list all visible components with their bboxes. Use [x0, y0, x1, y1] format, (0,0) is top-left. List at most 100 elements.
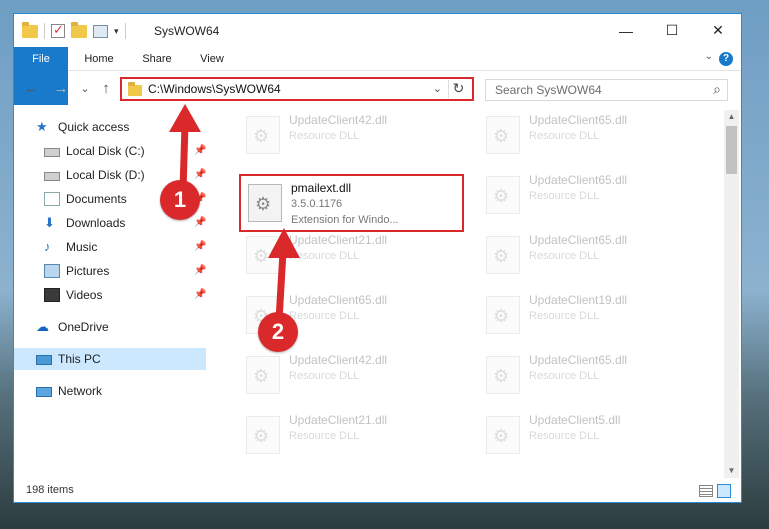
- refresh-icon[interactable]: ↻: [448, 80, 468, 98]
- file-description: Resource DLL: [289, 130, 360, 142]
- vertical-scrollbar[interactable]: ▲ ▼: [724, 110, 739, 478]
- dll-file-icon: [486, 296, 520, 334]
- videos-icon: [44, 288, 60, 302]
- file-description: Extension for Windo...: [291, 214, 399, 226]
- status-bar: 198 items: [14, 480, 741, 502]
- close-button[interactable]: ✕: [695, 14, 741, 47]
- file-name: UpdateClient65.dll: [529, 353, 628, 367]
- properties-check-icon[interactable]: [51, 22, 65, 38]
- sidebar-item-local-disk-c[interactable]: Local Disk (C:) 📌: [44, 140, 206, 162]
- window-controls: — ☐ ✕: [603, 14, 741, 47]
- sidebar-item-label: This PC: [58, 352, 101, 366]
- sidebar-item-videos[interactable]: Videos 📌: [44, 284, 206, 306]
- step-2-badge: 2: [258, 312, 298, 352]
- disk-icon: [44, 171, 60, 181]
- pin-icon[interactable]: 📌: [194, 236, 206, 258]
- tab-home[interactable]: Home: [76, 47, 122, 71]
- file-item[interactable]: UpdateClient65.dll Resource DLL: [479, 228, 704, 286]
- file-description: Resource DLL: [529, 310, 600, 322]
- dll-file-icon: [246, 116, 280, 154]
- dll-file-icon: [248, 184, 282, 222]
- file-name: UpdateClient5.dll: [529, 413, 621, 427]
- search-input[interactable]: Search SysWOW64 ⌕: [485, 79, 728, 101]
- window-title: SysWOW64: [154, 24, 220, 38]
- navigation-pane: ★ Quick access Local Disk (C:) 📌 Local D…: [14, 112, 207, 472]
- dll-file-icon: [246, 356, 280, 394]
- downloads-icon: ⬇: [44, 215, 55, 230]
- customize-toolbar-chevron-icon[interactable]: ▾: [114, 26, 119, 37]
- address-dropdown-chevron-icon[interactable]: ⌄: [433, 82, 442, 95]
- folder-icon: [22, 21, 38, 38]
- file-description: Resource DLL: [289, 370, 360, 382]
- address-path[interactable]: C:\Windows\SysWOW64: [148, 82, 281, 96]
- details-view-icon[interactable]: [699, 485, 713, 497]
- sidebar-item-network[interactable]: Network: [36, 380, 206, 402]
- file-item-pmailext[interactable]: pmailext.dll 3.5.0.1176 Extension for Wi…: [239, 174, 464, 232]
- file-description: Resource DLL: [529, 370, 600, 382]
- file-item[interactable]: UpdateClient21.dll Resource DLL: [239, 408, 464, 466]
- sidebar-item-label: Local Disk (D:): [66, 168, 145, 182]
- scroll-down-arrow-icon[interactable]: ▼: [724, 464, 739, 478]
- new-folder-icon[interactable]: [71, 21, 87, 38]
- star-icon: ★: [36, 119, 48, 134]
- file-description: Resource DLL: [529, 130, 600, 142]
- address-row: ← → ⌄ ↑ C:\Windows\SysWOW64 ⌄ ↻ Search S…: [14, 72, 741, 106]
- file-name: UpdateClient19.dll: [529, 293, 628, 307]
- forward-button[interactable]: →: [52, 80, 70, 97]
- search-icon[interactable]: ⌕: [713, 81, 721, 98]
- tab-share[interactable]: Share: [134, 47, 180, 71]
- file-item[interactable]: UpdateClient5.dll Resource DLL: [479, 408, 704, 466]
- recent-locations-button[interactable]: ⌄: [76, 82, 94, 95]
- file-item[interactable]: UpdateClient65.dll Resource DLL: [479, 108, 704, 166]
- sidebar-item-onedrive[interactable]: ☁ OneDrive: [36, 316, 206, 338]
- sidebar-item-label: OneDrive: [58, 320, 109, 334]
- file-item[interactable]: UpdateClient42.dll Resource DLL: [239, 348, 464, 406]
- file-name: UpdateClient21.dll: [289, 233, 388, 247]
- address-bar[interactable]: C:\Windows\SysWOW64 ⌄ ↻: [120, 77, 474, 101]
- file-item[interactable]: UpdateClient65.dll Resource DLL: [479, 168, 704, 226]
- sidebar-item-pictures[interactable]: Pictures 📌: [44, 260, 206, 282]
- file-description: Resource DLL: [289, 430, 360, 442]
- sidebar-item-this-pc[interactable]: This PC: [14, 348, 206, 370]
- sidebar-item-label: Music: [66, 240, 98, 254]
- file-name: UpdateClient65.dll: [529, 113, 628, 127]
- file-item[interactable]: UpdateClient19.dll Resource DLL: [479, 288, 704, 346]
- dll-file-icon: [486, 116, 520, 154]
- help-icon[interactable]: ?: [719, 52, 733, 66]
- file-item[interactable]: UpdateClient21.dll Resource DLL: [239, 228, 464, 286]
- folder-icon: [128, 82, 142, 96]
- pin-icon[interactable]: 📌: [194, 260, 206, 282]
- disk-icon: [44, 147, 60, 157]
- sidebar-item-label: Quick access: [58, 120, 130, 134]
- minimize-button[interactable]: —: [603, 14, 649, 47]
- sidebar-item-label: Downloads: [66, 216, 126, 230]
- computer-icon: [36, 354, 52, 365]
- up-button[interactable]: ↑: [97, 80, 115, 97]
- sidebar-item-quick-access[interactable]: ★ Quick access: [36, 116, 206, 138]
- toolbar-divider: [44, 23, 45, 39]
- maximize-button[interactable]: ☐: [649, 14, 695, 47]
- file-item[interactable]: UpdateClient65.dll Resource DLL: [479, 348, 704, 406]
- expand-ribbon-chevron-icon[interactable]: ⌄: [705, 51, 713, 62]
- sidebar-item-music[interactable]: ♪ Music 📌: [44, 236, 206, 258]
- pin-icon[interactable]: 📌: [194, 284, 206, 306]
- music-icon: ♪: [44, 239, 51, 254]
- file-description: Resource DLL: [529, 250, 600, 262]
- view-properties-icon[interactable]: [93, 24, 108, 38]
- tab-view[interactable]: View: [190, 47, 234, 71]
- pin-icon[interactable]: 📌: [194, 164, 206, 186]
- scroll-up-arrow-icon[interactable]: ▲: [724, 110, 739, 124]
- network-icon: [36, 386, 52, 397]
- pin-icon[interactable]: 📌: [194, 140, 206, 162]
- tiles-view-icon[interactable]: [717, 484, 731, 498]
- sidebar-item-label: Network: [58, 384, 103, 398]
- back-button[interactable]: ←: [22, 80, 40, 97]
- file-description: Resource DLL: [289, 250, 360, 262]
- quick-access-toolbar: ▾: [22, 21, 126, 39]
- file-description: Resource DLL: [289, 310, 360, 322]
- pictures-icon: [44, 264, 60, 278]
- sidebar-item-label: Local Disk (C:): [66, 144, 145, 158]
- file-item[interactable]: UpdateClient42.dll Resource DLL: [239, 108, 464, 166]
- scrollbar-thumb[interactable]: [726, 126, 737, 174]
- pin-icon[interactable]: 📌: [194, 212, 206, 234]
